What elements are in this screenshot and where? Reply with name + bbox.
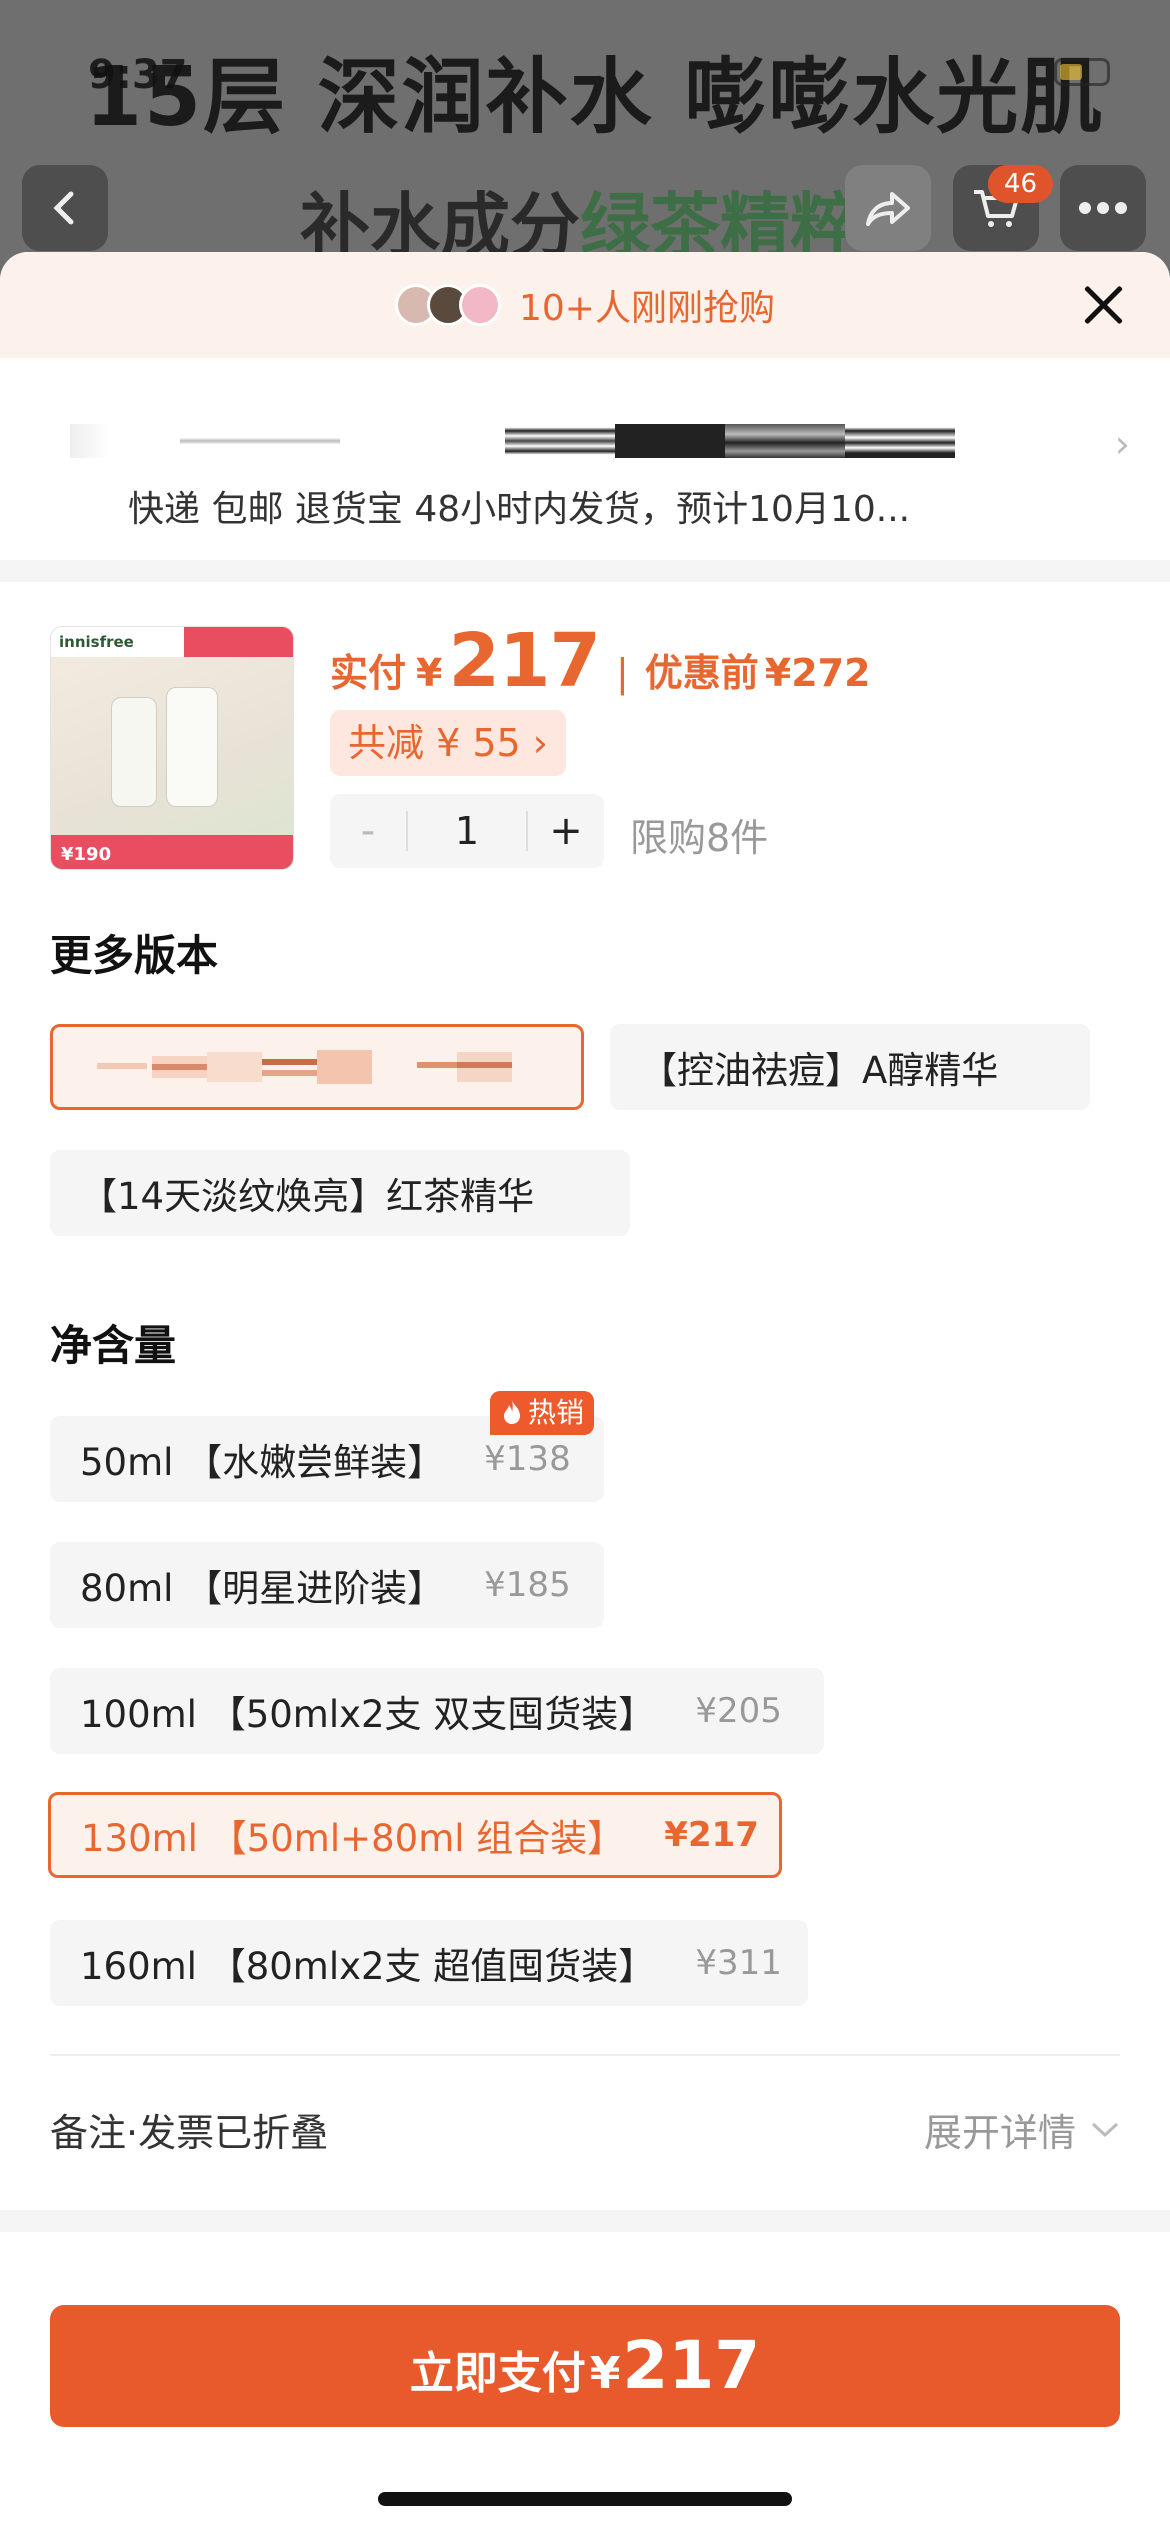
volume-option[interactable]: 160ml 【80mlx2支 超值囤货装】 ¥311 [50, 1920, 808, 2006]
quantity-stepper: - 1 + [330, 794, 604, 868]
version-option-selected[interactable] [50, 1024, 584, 1110]
purchase-limit: 限购8件 [630, 816, 769, 860]
share-button[interactable] [845, 165, 931, 251]
volume-option-price: ¥311 [695, 1943, 782, 1983]
volume-option-label: 80ml 【明星进阶装】 [80, 1567, 445, 1610]
more-button[interactable] [1060, 165, 1146, 251]
thumbnail-brand: innisfree [59, 633, 134, 651]
pay-now-button[interactable]: 立即支付 ¥ 217 [50, 2305, 1120, 2427]
chevron-down-icon [1091, 2122, 1119, 2137]
avatar [459, 284, 501, 326]
volume-option-selected[interactable]: 130ml 【50ml+80ml 组合装】 ¥217 [48, 1792, 782, 1878]
thumbnail-price: ¥190 [61, 844, 112, 865]
background-page: 15层 深润补水 嘭嘭水光肌 补水成分绿茶精粹 9:37 46 [0, 0, 1170, 260]
status-time: 9:37 [88, 52, 188, 98]
back-icon [53, 191, 74, 225]
price-line: 实付 ¥ 217 | 优惠前 ¥272 [330, 618, 871, 704]
pay-now-amount: 217 [622, 2327, 761, 2404]
pay-now-currency: ¥ [589, 2348, 621, 2399]
volume-option[interactable]: 80ml 【明星进阶装】 ¥185 [50, 1542, 604, 1628]
buyer-avatars [395, 284, 501, 326]
version-option[interactable]: 【14天淡纹焕亮】红茶精华 [50, 1150, 630, 1236]
home-indicator [378, 2492, 792, 2506]
remark-invoice-label: 备注·发票已折叠 [50, 2111, 329, 2155]
volume-option-price: ¥185 [484, 1565, 571, 1605]
battery-icon [1054, 58, 1110, 86]
discount-chip[interactable]: 共减 ¥ 55 › [330, 710, 566, 776]
hot-sale-badge: 热销 [490, 1391, 595, 1435]
volume-option-label: 100ml 【50mlx2支 双支囤货装】 [80, 1693, 656, 1736]
version-label-redacted [97, 1050, 512, 1084]
background-banner-text: 15层 深润补水 嘭嘭水光肌 [85, 50, 1105, 145]
cart-count-badge: 46 [988, 165, 1054, 203]
back-button[interactable] [22, 165, 108, 251]
original-price-label: 优惠前 [644, 651, 759, 695]
original-price: ¥272 [764, 651, 871, 695]
background-sub-text: 补水成分绿茶精粹 [300, 185, 860, 260]
volume-option-label: 160ml 【80mlx2支 超值囤货装】 [80, 1945, 656, 1988]
expand-details-label: 展开详情 [923, 2111, 1076, 2155]
address-redacted [70, 424, 960, 458]
expand-details-button[interactable]: 展开详情 [924, 2102, 1120, 2157]
share-icon [866, 192, 910, 226]
hot-sale-text: 热销 [528, 1396, 585, 1429]
pay-now-label: 立即支付 [409, 2348, 586, 2399]
volume-option[interactable]: 100ml 【50mlx2支 双支囤货装】 ¥205 [50, 1668, 824, 1754]
recent-buyers-bar: 10+人刚刚抢购 [0, 252, 1170, 358]
volume-option-label: 130ml 【50ml+80ml 组合装】 [81, 1817, 625, 1860]
volume-option-price: ¥205 [695, 1691, 782, 1731]
fire-icon [504, 1400, 520, 1424]
price-separator: | [615, 651, 629, 695]
divider [50, 2054, 1120, 2056]
volume-option-price: ¥217 [664, 1815, 759, 1855]
quantity-plus-button[interactable]: + [528, 808, 604, 854]
bottle-image [111, 697, 157, 807]
delivery-info: 快递 包邮 退货宝 48小时内发货，预计10月10... [128, 489, 911, 530]
pay-amount: 217 [448, 618, 600, 704]
product-thumbnail[interactable]: innisfree ¥190 [50, 626, 294, 870]
recent-buyers-text: 10+人刚刚抢购 [519, 288, 775, 329]
pay-currency: ¥ [416, 651, 443, 695]
more-icon [1079, 202, 1127, 214]
version-option[interactable]: 【控油祛痘】A醇精华 [610, 1024, 1090, 1110]
divider [0, 2210, 1170, 2232]
divider [0, 560, 1170, 582]
close-icon[interactable] [1076, 278, 1130, 332]
bottle-image [166, 687, 218, 807]
volume-option-label: 50ml 【水嫩尝鲜装】 [80, 1441, 445, 1484]
chevron-right-icon: › [1114, 422, 1130, 466]
pay-label: 实付 [330, 651, 407, 695]
versions-title: 更多版本 [50, 931, 219, 980]
volume-option-price: ¥138 [484, 1439, 571, 1479]
quantity-value[interactable]: 1 [406, 811, 528, 851]
quantity-minus-button[interactable]: - [330, 808, 406, 854]
volume-title: 净含量 [50, 1321, 177, 1370]
